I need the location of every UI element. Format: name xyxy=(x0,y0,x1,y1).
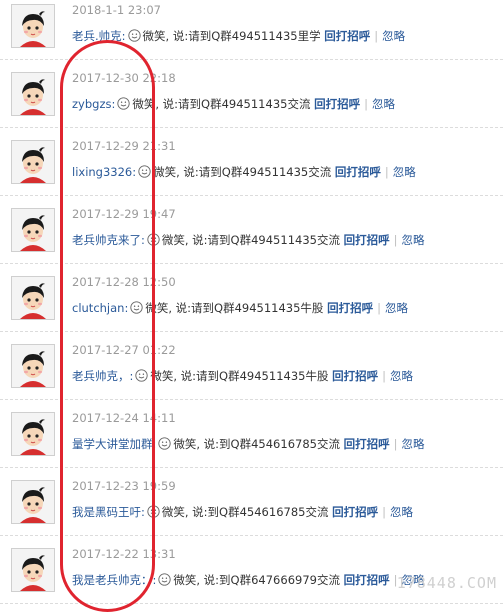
boy-avatar-icon xyxy=(12,481,54,523)
timestamp: 2017-12-23 19:59 xyxy=(72,479,176,493)
greeting-feed: 2018-1-1 23:07 老兵.帅克: 微笑, 说:请到Q群494511435… xyxy=(0,0,503,604)
ignore-button[interactable]: 忽略 xyxy=(390,505,413,519)
username-link[interactable]: 量学大讲堂加群: xyxy=(72,437,156,451)
smile-icon xyxy=(135,369,149,382)
reply-greet-button[interactable]: 回打招呼 xyxy=(332,369,378,383)
username-link[interactable]: 我是黑码王吁: xyxy=(72,505,145,519)
separator: | xyxy=(374,29,379,43)
greeting-line: zybgzs: 微笑, 说:请到Q群494511435交流 回打招呼 | 忽略 xyxy=(72,96,395,112)
ignore-button[interactable]: 忽略 xyxy=(372,97,395,111)
boy-avatar-icon xyxy=(12,73,54,115)
boy-avatar-icon xyxy=(12,141,54,183)
smile-icon xyxy=(147,505,160,518)
separator: | xyxy=(364,97,368,111)
username-link[interactable]: lixing3326: xyxy=(72,165,136,179)
timestamp: 2017-12-28 12:50 xyxy=(72,275,176,289)
separator: | xyxy=(382,369,386,383)
reply-greet-button[interactable]: 回打招呼 xyxy=(327,301,373,315)
smile-icon xyxy=(117,97,131,110)
greeting-line: 老兵帅克，: 微笑, 说:请到Q群494511435牛股 回打招呼 | 忽略 xyxy=(72,368,413,384)
separator: | xyxy=(393,437,398,451)
username-link[interactable]: 老兵帅克来了: xyxy=(72,233,145,247)
separator: | xyxy=(384,165,389,179)
list-item: 2018-1-1 23:07 老兵.帅克: 微笑, 说:请到Q群494511435… xyxy=(0,0,503,60)
greeting-text: 微笑, 说:到Q群454616785交流 xyxy=(161,505,329,519)
ignore-button[interactable]: 忽略 xyxy=(390,369,413,383)
greeting-line: 量学大讲堂加群: 微笑, 说:到Q群454616785交流 回打招呼 | 忽略 xyxy=(72,436,425,452)
timestamp: 2017-12-29 19:47 xyxy=(72,207,176,221)
greeting-text: 微笑, 说:到Q群647666979交流 xyxy=(173,573,340,587)
smile-icon xyxy=(158,437,172,450)
greeting-text: 微笑, 说:请到Q群494511435里学 xyxy=(142,29,321,43)
timestamp: 2017-12-22 13:31 xyxy=(72,547,176,561)
avatar[interactable] xyxy=(11,4,55,48)
smile-icon xyxy=(147,233,160,246)
list-item: 2017-12-30 22:18 zybgzs: 微笑, 说:请到Q群494511… xyxy=(0,60,503,128)
boy-avatar-icon xyxy=(12,209,54,251)
avatar[interactable] xyxy=(11,412,55,456)
timestamp: 2017-12-29 21:31 xyxy=(72,139,176,153)
separator: | xyxy=(377,301,381,315)
reply-greet-button[interactable]: 回打招呼 xyxy=(314,97,360,111)
username-link[interactable]: clutchjan: xyxy=(72,301,128,315)
greeting-line: 我是黑码王吁: 微笑, 说:到Q群454616785交流 回打招呼 | 忽略 xyxy=(72,504,413,520)
greeting-text: 微笑, 说:请到Q群494511435牛股 xyxy=(150,369,329,383)
list-item: 2017-12-23 19:59 我是黑码王吁: 微笑, 说:到Q群4546167… xyxy=(0,468,503,536)
greeting-text: 微笑, 说:请到Q群494511435交流 xyxy=(153,165,332,179)
username-link[interactable]: 老兵.帅克: xyxy=(72,29,126,43)
list-item: 2017-12-29 21:31 lixing3326: 微笑, 说:请到Q群49… xyxy=(0,128,503,196)
reply-greet-button[interactable]: 回打招呼 xyxy=(344,233,390,247)
list-item: 2017-12-29 19:47 老兵帅克来了: 微笑, 说:请到Q群494511… xyxy=(0,196,503,264)
ignore-button[interactable]: 忽略 xyxy=(385,301,408,315)
avatar[interactable] xyxy=(11,344,55,388)
greeting-text: 微笑, 说:请到Q群494511435交流 xyxy=(161,233,340,247)
reply-greet-button[interactable]: 回打招呼 xyxy=(344,573,390,587)
smile-icon xyxy=(138,165,151,178)
avatar[interactable] xyxy=(11,480,55,524)
ignore-button[interactable]: 忽略 xyxy=(393,165,416,179)
boy-avatar-icon xyxy=(12,277,54,319)
smile-icon xyxy=(130,301,143,314)
greeting-line: 老兵帅克来了: 微笑, 说:请到Q群494511435交流 回打招呼 | 忽略 xyxy=(72,232,425,248)
boy-avatar-icon xyxy=(12,549,54,591)
list-item: 2017-12-28 12:50 clutchjan: 微笑, 说:请到Q群494… xyxy=(0,264,503,332)
avatar[interactable] xyxy=(11,548,55,592)
greeting-text: 微笑, 说:请到Q群494511435牛股 xyxy=(145,301,324,315)
username-link[interactable]: 老兵帅克，: xyxy=(72,369,133,383)
list-item: 2017-12-22 13:31 我是老兵帅克：: 微笑, 说:到Q群647666… xyxy=(0,536,503,604)
list-item: 2017-12-27 01:22 老兵帅克，: 微笑, 说:请到Q群4945114… xyxy=(0,332,503,400)
greeting-line: lixing3326: 微笑, 说:请到Q群494511435交流 回打招呼 | 忽略 xyxy=(72,164,416,180)
separator: | xyxy=(382,505,386,519)
reply-greet-button[interactable]: 回打招呼 xyxy=(332,505,378,519)
reply-greet-button[interactable]: 回打招呼 xyxy=(335,165,381,179)
ignore-button[interactable]: 忽略 xyxy=(402,437,425,451)
reply-greet-button[interactable]: 回打招呼 xyxy=(324,29,370,43)
username-link[interactable]: zybgzs: xyxy=(72,97,115,111)
ignore-button[interactable]: 忽略 xyxy=(402,233,425,247)
separator: | xyxy=(393,233,398,247)
ignore-button[interactable]: 忽略 xyxy=(382,29,405,43)
greeting-line: 我是老兵帅克：: 微笑, 说:到Q群647666979交流 回打招呼 | 忽略 xyxy=(72,572,425,588)
username-link[interactable]: 我是老兵帅克：: xyxy=(72,573,156,587)
watermark: 178448.COM xyxy=(396,574,497,592)
list-item: 2017-12-24 14:11 量学大讲堂加群: 微笑, 说:到Q群454616… xyxy=(0,400,503,468)
avatar[interactable] xyxy=(11,72,55,116)
greeting-text: 微笑, 说:到Q群454616785交流 xyxy=(173,437,340,451)
timestamp: 2018-1-1 23:07 xyxy=(72,3,161,17)
avatar[interactable] xyxy=(11,208,55,252)
boy-avatar-icon xyxy=(12,413,54,455)
avatar[interactable] xyxy=(11,276,55,320)
boy-avatar-icon xyxy=(12,5,54,47)
smile-icon xyxy=(158,573,172,586)
greeting-line: 老兵.帅克: 微笑, 说:请到Q群494511435里学 回打招呼 | 忽略 xyxy=(72,28,405,44)
greeting-line: clutchjan: 微笑, 说:请到Q群494511435牛股 回打招呼 | 忽略 xyxy=(72,300,408,316)
timestamp: 2017-12-30 22:18 xyxy=(72,71,176,85)
timestamp: 2017-12-27 01:22 xyxy=(72,343,176,357)
reply-greet-button[interactable]: 回打招呼 xyxy=(344,437,390,451)
boy-avatar-icon xyxy=(12,345,54,387)
greeting-text: 微笑, 说:请到Q群494511435交流 xyxy=(132,97,311,111)
avatar[interactable] xyxy=(11,140,55,184)
timestamp: 2017-12-24 14:11 xyxy=(72,411,176,425)
smile-icon xyxy=(127,29,141,42)
